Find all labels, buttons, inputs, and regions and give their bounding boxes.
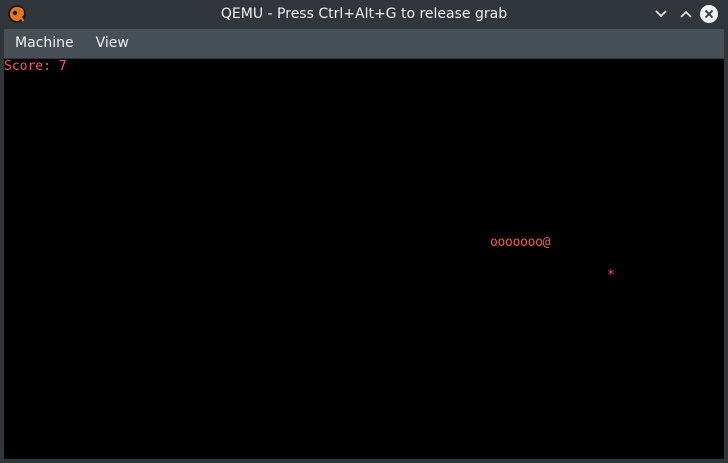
title-bar[interactable]: QEMU - Press Ctrl+Alt+G to release grab	[0, 0, 728, 28]
food-item: *	[607, 268, 615, 283]
close-icon[interactable]	[699, 4, 719, 24]
snake: ooooooo@	[490, 235, 551, 250]
window-title: QEMU - Press Ctrl+Alt+G to release grab	[220, 6, 508, 22]
menu-machine[interactable]: Machine	[4, 29, 85, 58]
minimize-icon[interactable]	[651, 4, 671, 24]
menu-bar: Machine View	[4, 29, 724, 58]
score-text: Score: 7	[4, 59, 67, 74]
menu-view[interactable]: View	[85, 29, 140, 58]
guest-display[interactable]: Score: 7 ooooooo@ *	[4, 59, 724, 459]
qemu-window: QEMU - Press Ctrl+Alt+G to release grab …	[0, 0, 728, 463]
maximize-icon[interactable]	[676, 4, 696, 24]
